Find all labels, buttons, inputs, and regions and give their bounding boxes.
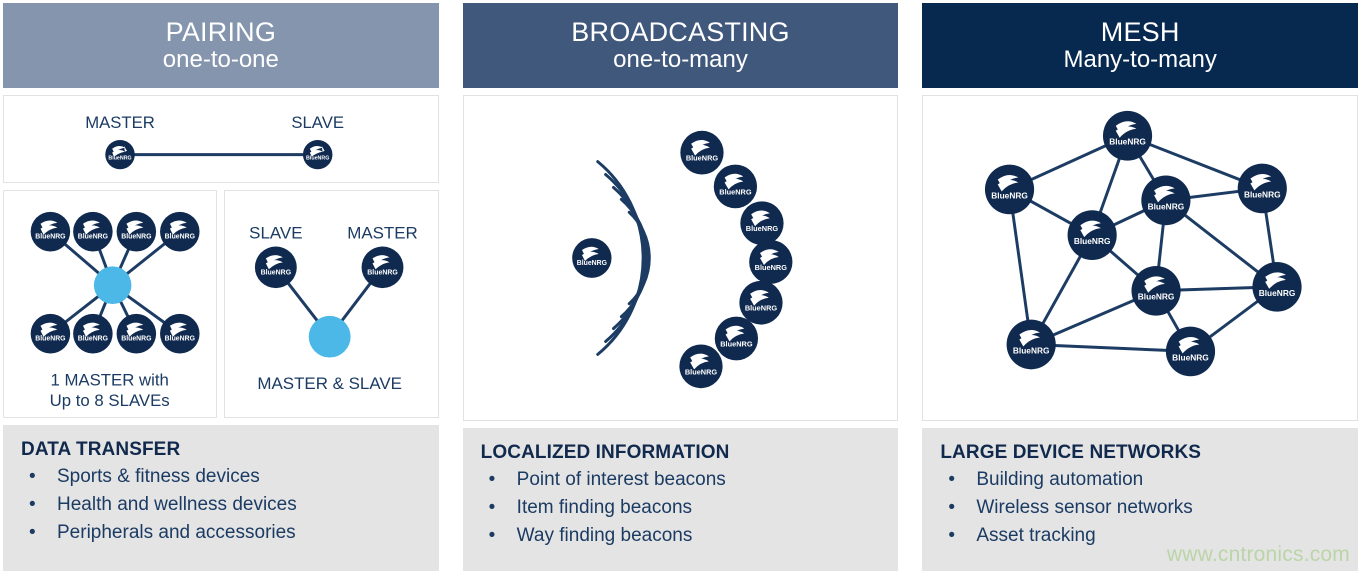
svg-text:BlueNRG: BlueNRG	[35, 336, 65, 343]
label-slave: SLAVE	[250, 224, 303, 243]
svg-text:BlueNRG: BlueNRG	[1148, 201, 1185, 211]
footer-bullet-list: • Point of interest beacons • Item finding…	[481, 466, 881, 550]
broadcaster-node: BlueNRG	[571, 238, 612, 278]
diagram-broadcasting: BlueNRG BlueNRG BlueNRG BlueNRG BlueNRG …	[462, 95, 899, 421]
list-item-label: Health and wellness devices	[57, 494, 297, 516]
list-item: • Health and wellness devices	[21, 491, 421, 519]
list-item-label: Item finding beacons	[516, 497, 693, 519]
svg-text:BlueNRG: BlueNRG	[1138, 292, 1175, 302]
list-item: • Sports & fitness devices	[21, 463, 421, 491]
list-item: • Building automation	[940, 466, 1340, 494]
column-broadcasting: BROADCASTING one-to-many BlueNRG BlueNRG…	[462, 3, 899, 571]
list-item: • Wireless sensor networks	[940, 494, 1340, 522]
diagram-one-to-one: MASTER SLAVE BlueNRG BlueNRG	[3, 95, 439, 183]
list-item: • Point of interest beacons	[481, 466, 881, 494]
star-caption-line1: 1 MASTER with	[50, 370, 168, 389]
svg-text:BlueNRG: BlueNRG	[1110, 137, 1147, 147]
banner-subtitle: one-to-one	[162, 46, 279, 74]
banner-subtitle: Many-to-many	[1063, 46, 1217, 74]
diagram-mesh: BlueNRG BlueNRG BlueNRG BlueNRG BlueNRG …	[922, 95, 1359, 421]
svg-text:BlueNRG: BlueNRG	[745, 224, 778, 233]
svg-text:BlueNRG: BlueNRG	[368, 269, 399, 276]
list-item-label: Sports & fitness devices	[57, 466, 260, 487]
footer-title: LOCALIZED INFORMATION	[480, 442, 730, 463]
footer-localized-information: LOCALIZED INFORMATION • Point of interest…	[462, 428, 899, 571]
svg-text:BlueNRG: BlueNRG	[744, 304, 777, 313]
svg-text:BlueNRG: BlueNRG	[78, 336, 108, 343]
mesh-links	[1008, 134, 1279, 353]
diagram-master-and-slave: SLAVE MASTER BlueNRG BlueNRG MASTER & SL…	[224, 190, 439, 418]
label-master: MASTER	[348, 224, 419, 243]
bullet-glyph: •	[488, 497, 496, 519]
footer-data-transfer: DATA TRANSFER • Sports & fitness devices …	[3, 425, 439, 571]
footer-large-device-networks: LARGE DEVICE NETWORKS • Building automati…	[922, 428, 1359, 571]
svg-text:BlueNRG: BlueNRG	[261, 269, 292, 276]
infographic-board: PAIRING one-to-one MASTER SLAVE BlueNRG …	[0, 0, 1361, 571]
banner-title: PAIRING	[165, 17, 277, 48]
banner-broadcasting: BROADCASTING one-to-many	[462, 3, 899, 88]
mesh-nodes: BlueNRG BlueNRG BlueNRG BlueNRG BlueNRG …	[985, 110, 1302, 377]
list-item: • Asset tracking	[940, 522, 1340, 550]
list-item: • Item finding beacons	[481, 494, 881, 522]
svg-text:BlueNRG: BlueNRG	[720, 339, 753, 348]
banner-title: BROADCASTING	[571, 17, 790, 48]
svg-text:BlueNRG: BlueNRG	[684, 367, 717, 376]
svg-text:BlueNRG: BlueNRG	[35, 234, 65, 241]
svg-text:BlueNRG: BlueNRG	[121, 336, 151, 343]
list-item: • Peripherals and accessories	[21, 519, 421, 547]
bullet-glyph: •	[948, 525, 955, 547]
svg-text:BlueNRG: BlueNRG	[108, 156, 131, 162]
column-mesh: MESH Many-to-many BlueNRG BlueNRG BlueNR…	[922, 3, 1359, 571]
svg-text:BlueNRG: BlueNRG	[754, 263, 787, 272]
svg-text:BlueNRG: BlueNRG	[1013, 345, 1050, 355]
hub-node	[309, 315, 351, 358]
master-slave-caption: MASTER & SLAVE	[258, 374, 403, 393]
list-item-label: Peripherals and accessories	[57, 522, 296, 544]
label-slave: SLAVE	[291, 113, 344, 132]
bullet-glyph: •	[29, 494, 36, 516]
svg-text:BlueNRG: BlueNRG	[992, 190, 1029, 200]
list-item-label: Wireless sensor networks	[976, 497, 1193, 519]
svg-text:BlueNRG: BlueNRG	[1074, 236, 1111, 246]
bullet-glyph: •	[948, 497, 955, 519]
svg-text:BlueNRG: BlueNRG	[165, 336, 195, 343]
banner-pairing: PAIRING one-to-one	[3, 3, 439, 88]
banner-title: MESH	[1100, 17, 1180, 48]
svg-text:BlueNRG: BlueNRG	[306, 156, 329, 162]
diagram-row-pairing: BlueNRG BlueNRG BlueNRG BlueNRG BlueNRG …	[3, 190, 439, 418]
svg-text:BlueNRG: BlueNRG	[685, 154, 718, 163]
bullet-glyph: •	[488, 469, 496, 490]
footer-bullet-list: • Sports & fitness devices • Health and we…	[21, 463, 421, 547]
column-pairing: PAIRING one-to-one MASTER SLAVE BlueNRG …	[3, 3, 439, 571]
svg-text:BlueNRG: BlueNRG	[121, 234, 151, 241]
list-item-label: Point of interest beacons	[516, 469, 726, 490]
footer-title: DATA TRANSFER	[21, 439, 181, 460]
footer-bullet-list: • Building automation • Wireless sensor ne…	[940, 466, 1340, 550]
star-caption-line2: Up to 8 SLAVEs	[50, 391, 170, 410]
bullet-glyph: •	[29, 466, 36, 487]
label-master: MASTER	[85, 113, 155, 132]
svg-text:BlueNRG: BlueNRG	[1244, 189, 1281, 199]
diagram-star-topology: BlueNRG BlueNRG BlueNRG BlueNRG BlueNRG …	[3, 190, 218, 418]
hub-node	[93, 266, 132, 304]
list-item-label: Building automation	[976, 469, 1144, 490]
svg-text:BlueNRG: BlueNRG	[1173, 352, 1210, 362]
list-item-label: Asset tracking	[976, 525, 1096, 547]
bullet-glyph: •	[948, 469, 955, 490]
svg-text:BlueNRG: BlueNRG	[719, 187, 752, 196]
svg-text:BlueNRG: BlueNRG	[1259, 288, 1296, 298]
bullet-glyph: •	[488, 525, 496, 547]
footer-title: LARGE DEVICE NETWORKS	[940, 442, 1202, 463]
receiver-nodes: BlueNRG BlueNRG BlueNRG BlueNRG BlueNRG …	[679, 130, 793, 389]
svg-text:BlueNRG: BlueNRG	[78, 234, 108, 241]
svg-text:BlueNRG: BlueNRG	[165, 234, 195, 241]
list-item: • Way finding beacons	[481, 522, 881, 550]
list-item-label: Way finding beacons	[516, 525, 693, 547]
bullet-glyph: •	[29, 522, 36, 544]
banner-mesh: MESH Many-to-many	[922, 3, 1359, 88]
banner-subtitle: one-to-many	[613, 46, 748, 74]
svg-text:BlueNRG: BlueNRG	[576, 260, 606, 267]
